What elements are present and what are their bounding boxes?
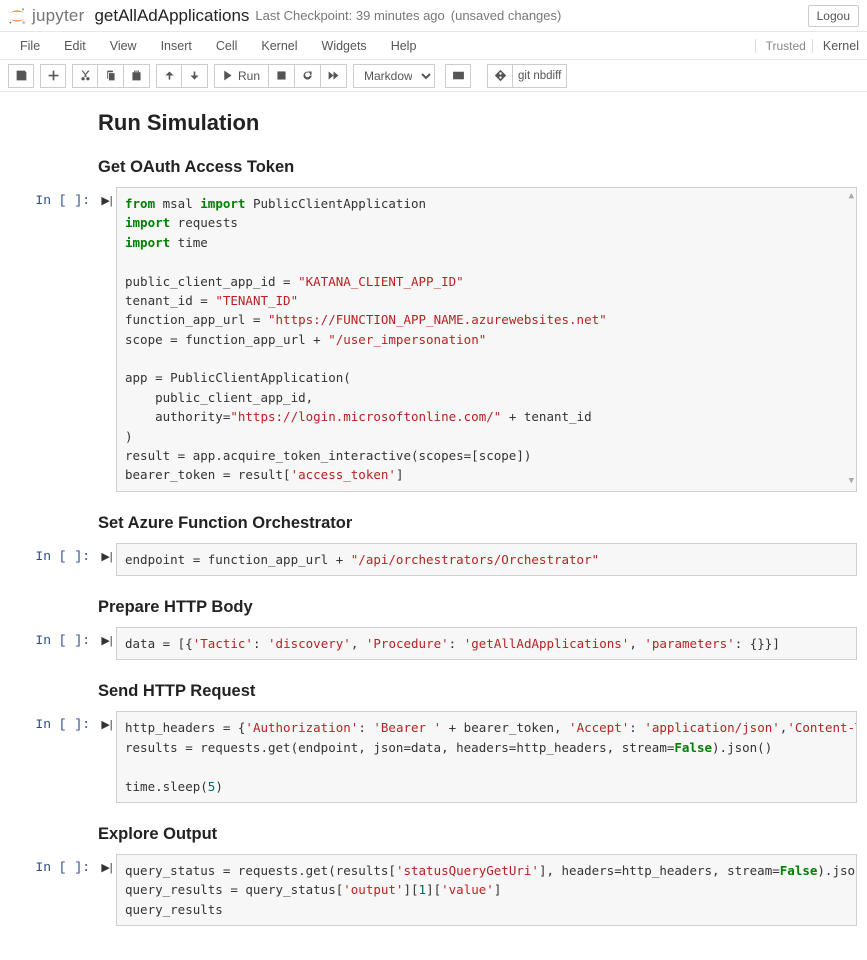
kernel-indicator[interactable]: Kernel (812, 39, 859, 53)
cell-prompt: In [ ]: (0, 711, 98, 803)
run-cell-icon[interactable]: ▶| (98, 543, 116, 576)
cell-prompt: In [ ]: (0, 543, 98, 576)
scroll-up-icon[interactable]: ▲ (849, 190, 854, 204)
restart-run-all-button[interactable] (321, 64, 347, 88)
scroll-down-icon[interactable]: ▼ (849, 475, 854, 489)
code-cell-output[interactable]: In [ ]: ▶| query_status = requests.get(r… (0, 854, 867, 926)
move-up-button[interactable] (156, 64, 182, 88)
menu-file[interactable]: File (8, 35, 52, 57)
trusted-indicator[interactable]: Trusted (755, 39, 806, 53)
code-input-output[interactable]: query_status = requests.get(results['sta… (116, 854, 857, 926)
heading-output: Explore Output (98, 825, 867, 844)
menu-help[interactable]: Help (379, 35, 429, 57)
keyboard-icon (452, 69, 465, 82)
interrupt-button[interactable] (269, 64, 295, 88)
plus-icon (47, 69, 60, 82)
paste-icon (130, 69, 143, 82)
unsaved-text: (unsaved changes) (451, 8, 562, 23)
code-input-orchestrator[interactable]: endpoint = function_app_url + "/api/orch… (116, 543, 857, 576)
copy-button[interactable] (98, 64, 124, 88)
run-cell-icon[interactable]: ▶| (98, 854, 116, 926)
notebook-name[interactable]: getAllAdApplications (94, 6, 249, 26)
git-nbdiff-button[interactable]: git nbdiff (513, 64, 567, 88)
run-cell-icon[interactable]: ▶| (98, 711, 116, 803)
cut-button[interactable] (72, 64, 98, 88)
cell-prompt: In [ ]: (0, 854, 98, 926)
save-button[interactable] (8, 64, 34, 88)
code-input-body[interactable]: data = [{'Tactic': 'discovery', 'Procedu… (116, 627, 857, 660)
menu-insert[interactable]: Insert (149, 35, 204, 57)
run-label: Run (238, 69, 260, 83)
code-cell-body[interactable]: In [ ]: ▶| data = [{'Tactic': 'discovery… (0, 627, 867, 660)
jupyter-logo-text: jupyter (32, 6, 84, 26)
copy-icon (104, 69, 117, 82)
menu-widgets[interactable]: Widgets (310, 35, 379, 57)
code-input-oauth[interactable]: ▲from msal import PublicClientApplicatio… (116, 187, 857, 492)
save-icon (15, 69, 28, 82)
git-button[interactable] (487, 64, 513, 88)
command-palette-button[interactable] (445, 64, 471, 88)
menu-edit[interactable]: Edit (52, 35, 98, 57)
notebook-container: Run Simulation Get OAuth Access Token In… (0, 92, 867, 960)
heading-request: Send HTTP Request (98, 682, 867, 701)
notebook-header: jupyter getAllAdApplications Last Checkp… (0, 0, 867, 32)
heading-orchestrator: Set Azure Function Orchestrator (98, 514, 867, 533)
celltype-select[interactable]: Markdown (353, 64, 435, 88)
restart-button[interactable] (295, 64, 321, 88)
arrow-up-icon (163, 69, 176, 82)
run-button[interactable]: Run (214, 64, 269, 88)
paste-button[interactable] (124, 64, 150, 88)
menu-kernel[interactable]: Kernel (249, 35, 309, 57)
code-cell-request[interactable]: In [ ]: ▶| http_headers = {'Authorizatio… (0, 711, 867, 803)
cell-prompt: In [ ]: (0, 627, 98, 660)
cell-prompt: In [ ]: (0, 187, 98, 492)
play-icon (221, 69, 234, 82)
code-input-request[interactable]: http_headers = {'Authorization': 'Bearer… (116, 711, 857, 803)
heading-body: Prepare HTTP Body (98, 598, 867, 617)
move-down-button[interactable] (182, 64, 208, 88)
heading-oauth: Get OAuth Access Token (98, 158, 867, 177)
code-cell-oauth[interactable]: In [ ]: ▶| ▲from msal import PublicClien… (0, 187, 867, 492)
fast-forward-icon (327, 69, 340, 82)
jupyter-logo[interactable]: jupyter (6, 5, 84, 27)
arrow-down-icon (188, 69, 201, 82)
stop-icon (275, 69, 288, 82)
code-cell-orchestrator[interactable]: In [ ]: ▶| endpoint = function_app_url +… (0, 543, 867, 576)
menu-cell[interactable]: Cell (204, 35, 250, 57)
heading-run-simulation: Run Simulation (98, 110, 867, 136)
run-cell-icon[interactable]: ▶| (98, 627, 116, 660)
run-cell-icon[interactable]: ▶| (98, 187, 116, 492)
toolbar: Run Markdown git nbdiff (0, 60, 867, 92)
menubar: File Edit View Insert Cell Kernel Widget… (0, 32, 867, 60)
restart-icon (301, 69, 314, 82)
insert-cell-button[interactable] (40, 64, 66, 88)
checkpoint-text: Last Checkpoint: 39 minutes ago (255, 8, 444, 23)
jupyter-icon (6, 5, 28, 27)
logout-button[interactable]: Logou (808, 5, 859, 27)
git-icon (494, 69, 507, 82)
cut-icon (79, 69, 92, 82)
menu-view[interactable]: View (98, 35, 149, 57)
